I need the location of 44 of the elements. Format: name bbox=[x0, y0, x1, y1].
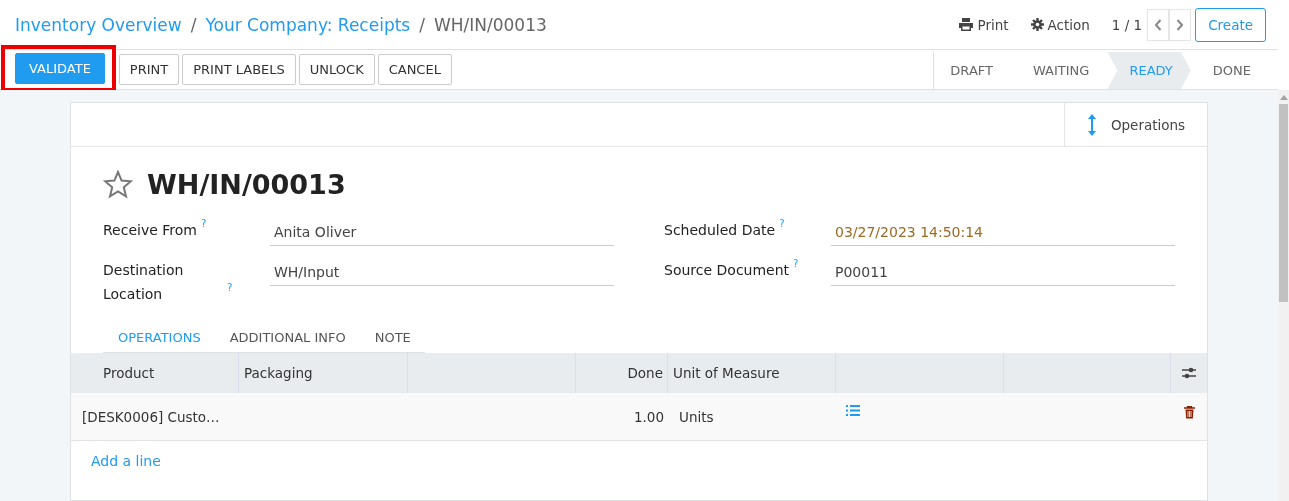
tab[interactable]: ADDITIONAL INFO bbox=[214, 322, 360, 352]
status-step[interactable]: DRAFT bbox=[934, 52, 1011, 89]
action-button[interactable]: PRINT bbox=[118, 54, 180, 85]
column-header[interactable]: Unit of Measure bbox=[673, 365, 780, 381]
input-field[interactable]: 03/27/2023 14:50:14 bbox=[831, 217, 1175, 246]
action-button[interactable]: CANCEL bbox=[377, 54, 452, 85]
trash-icon[interactable] bbox=[1183, 406, 1195, 419]
print-button[interactable]: Print bbox=[959, 16, 1009, 33]
next-button[interactable] bbox=[1169, 8, 1192, 41]
star-icon[interactable] bbox=[103, 170, 133, 199]
breadcrumb-separator: / bbox=[419, 14, 425, 35]
field-label: Receive From bbox=[103, 221, 197, 240]
chevron-left-icon bbox=[1154, 18, 1163, 31]
gear-icon bbox=[1030, 18, 1044, 31]
breadcrumb-separator: / bbox=[190, 14, 197, 35]
column-header[interactable]: Packaging bbox=[244, 365, 313, 381]
field-label: Scheduled Date bbox=[664, 221, 776, 240]
input-field[interactable]: P00011 bbox=[831, 257, 1175, 286]
vertical-arrows-icon bbox=[1086, 112, 1097, 137]
table-cell: Units bbox=[679, 408, 714, 425]
previous-button[interactable] bbox=[1147, 8, 1170, 41]
column-header[interactable]: Done bbox=[627, 365, 663, 381]
table-row[interactable]: [DESK0006] Custo… 1.00 Units bbox=[71, 393, 1207, 441]
pager-counter: 1 / 1 bbox=[1111, 16, 1143, 33]
action-button[interactable]: Action bbox=[1030, 16, 1090, 33]
tab[interactable]: NOTE bbox=[359, 322, 425, 352]
action-button[interactable]: UNLOCK bbox=[298, 54, 375, 85]
column-header[interactable]: Product bbox=[103, 365, 155, 381]
field-label: Source Document bbox=[664, 261, 790, 280]
printer-icon bbox=[959, 18, 974, 31]
table-cell: 1.00 bbox=[633, 408, 664, 425]
field-label: Destination Location bbox=[103, 261, 185, 304]
sliders-icon bbox=[1182, 367, 1196, 379]
breadcrumb-current: WH/IN/00013 bbox=[433, 14, 547, 35]
scrollbar[interactable] bbox=[1278, 90, 1289, 501]
table-cell: [DESK0006] Custo… bbox=[82, 408, 220, 425]
chevron-right-icon bbox=[1176, 18, 1185, 31]
record-title: WH/IN/00013 bbox=[147, 169, 346, 200]
list-icon bbox=[846, 405, 860, 416]
action-button[interactable]: PRINT LABELS bbox=[182, 54, 296, 85]
input-field[interactable]: Anita Oliver bbox=[270, 217, 614, 246]
input-field[interactable]: WH/Input bbox=[270, 257, 614, 286]
status-step[interactable]: WAITING bbox=[1010, 52, 1108, 89]
status-step[interactable]: DONE bbox=[1190, 52, 1267, 89]
